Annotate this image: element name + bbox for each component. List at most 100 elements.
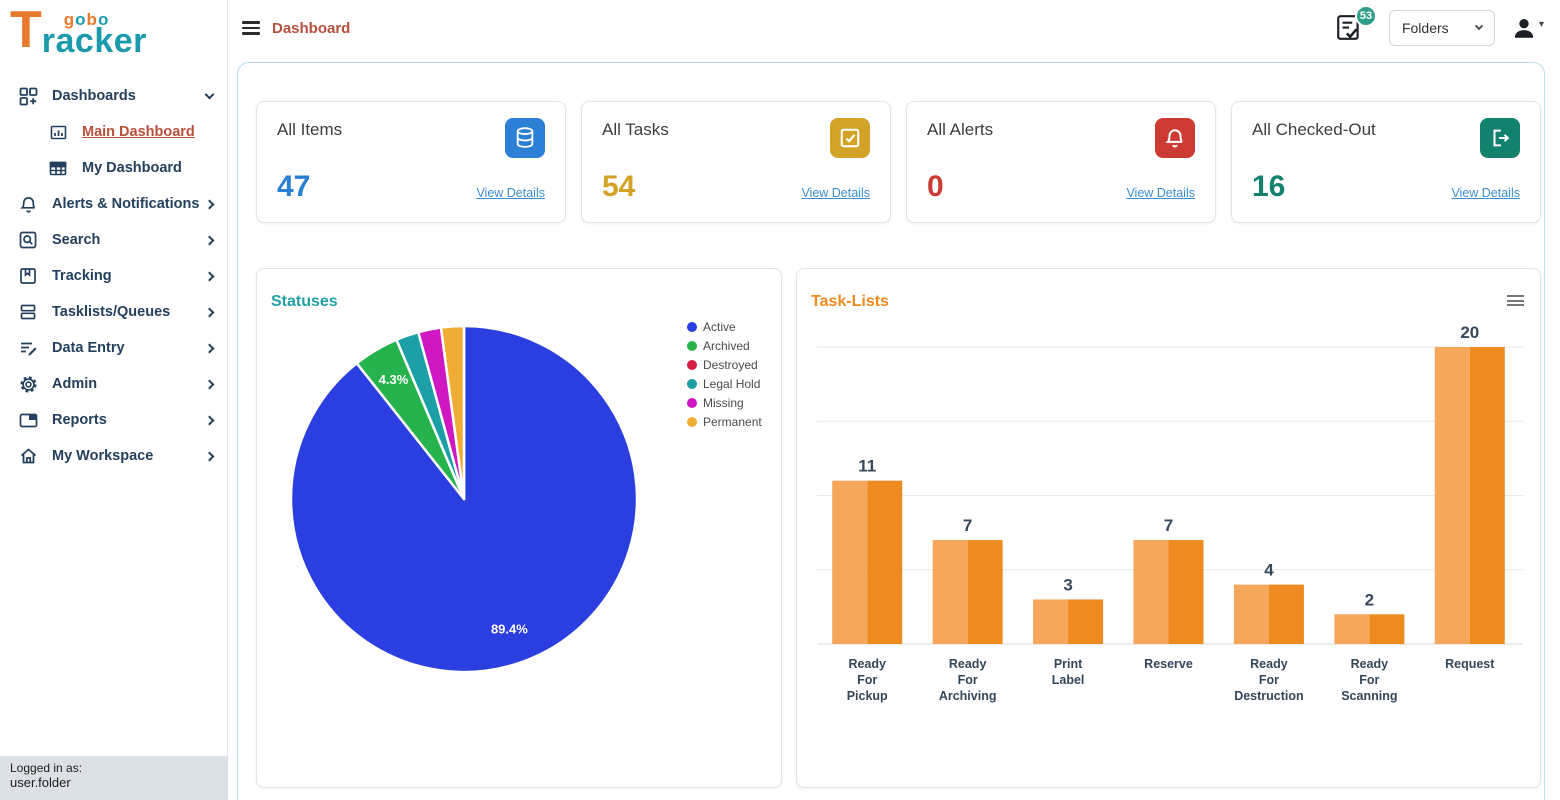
legend-label: Active [703, 320, 736, 334]
stacked-queues-icon [18, 302, 38, 322]
sidebar-item-label: Admin [52, 376, 206, 392]
svg-text:PrintLabel: PrintLabel [1052, 657, 1085, 687]
sidebar-item-label: Data Entry [52, 340, 206, 356]
chevron-right-icon [205, 379, 215, 389]
sidebar-item-tracking[interactable]: Tracking [0, 258, 227, 294]
svg-text:7: 7 [1164, 516, 1173, 535]
svg-text:3: 3 [1063, 575, 1072, 594]
table-icon [48, 158, 68, 178]
sidebar-item-my-workspace[interactable]: My Workspace [0, 438, 227, 474]
search-icon [18, 230, 38, 250]
notification-count-badge: 53 [1355, 5, 1377, 27]
svg-text:ReadyForDestruction: ReadyForDestruction [1234, 657, 1303, 703]
svg-text:20: 20 [1460, 323, 1479, 342]
folders-dropdown-label: Folders [1402, 20, 1449, 36]
database-icon [505, 118, 545, 158]
tasklists-chart-title: Task-Lists [811, 293, 889, 311]
chevron-right-icon [205, 235, 215, 245]
legend-item[interactable]: Archived [687, 336, 762, 355]
svg-text:Reserve: Reserve [1144, 657, 1193, 671]
sidebar-item-label: Main Dashboard [82, 124, 213, 140]
bell-icon [18, 194, 38, 214]
tasklist-notifications-button[interactable]: 53 [1335, 11, 1365, 45]
logo-racker: racker [42, 27, 147, 55]
legend-dot [687, 322, 697, 332]
legend-item[interactable]: Missing [687, 393, 762, 412]
folders-dropdown[interactable]: Folders [1389, 10, 1495, 46]
dashboards-icon [18, 86, 38, 106]
sidebar-item-label: Tracking [52, 268, 206, 284]
legend-item[interactable]: Legal Hold [687, 374, 762, 393]
sidebar-item-label: Tasklists/Queues [52, 304, 206, 320]
app-root: T gobo racker Dashboards [0, 0, 1560, 800]
menu-icon[interactable] [242, 21, 260, 35]
home-icon [18, 446, 38, 466]
statuses-pie-chart: 89.4% 4.3% [264, 279, 684, 729]
chevron-right-icon [205, 343, 215, 353]
legend-dot [687, 379, 697, 389]
view-details-link[interactable]: View Details [801, 186, 870, 200]
tasklists-chart-card: Task-Lists 11ReadyForPickup7ReadyForArch… [796, 268, 1541, 788]
svg-text:4.3%: 4.3% [379, 372, 409, 387]
sidebar-item-main-dashboard[interactable]: Main Dashboard [0, 114, 227, 150]
svg-text:ReadyForScanning: ReadyForScanning [1341, 657, 1397, 703]
sidebar-item-alerts-notifications[interactable]: Alerts & Notifications [0, 186, 227, 222]
card-value: 0 [927, 170, 944, 204]
user-menu-button[interactable]: ▾ [1511, 15, 1544, 41]
legend-dot [687, 341, 697, 351]
svg-text:Request: Request [1445, 657, 1495, 671]
legend-item[interactable]: Destroyed [687, 355, 762, 374]
sidebar-item-search[interactable]: Search [0, 222, 227, 258]
tracking-icon [18, 266, 38, 286]
sidebar-item-label: Dashboards [52, 88, 206, 104]
sidebar-item-dashboards[interactable]: Dashboards [0, 78, 227, 114]
caret-down-icon: ▾ [1539, 19, 1544, 30]
legend-label: Missing [703, 396, 744, 410]
tasklists-bar-chart: 11ReadyForPickup7ReadyForArchiving3Print… [811, 319, 1526, 774]
chevron-right-icon [205, 415, 215, 425]
view-details-link[interactable]: View Details [1451, 186, 1520, 200]
chevron-right-icon [205, 451, 215, 461]
view-details-link[interactable]: View Details [476, 186, 545, 200]
chevron-right-icon [205, 307, 215, 317]
card-value: 47 [277, 170, 310, 204]
logo-t: T [10, 6, 42, 54]
sidebar-item-admin[interactable]: Admin [0, 366, 227, 402]
user-icon [1511, 15, 1537, 41]
legend-label: Legal Hold [703, 377, 760, 391]
bell-icon [1155, 118, 1195, 158]
chevron-right-icon [205, 199, 215, 209]
chevron-right-icon [205, 271, 215, 281]
svg-text:7: 7 [963, 516, 972, 535]
sidebar-item-my-dashboard[interactable]: My Dashboard [0, 150, 227, 186]
statuses-chart-card: Statuses 89.4%4.3% ActiveArchivedDestroy… [256, 268, 782, 788]
legend-label: Permanent [703, 415, 762, 429]
chart-panel-icon [48, 122, 68, 142]
sidebar: T gobo racker Dashboards [0, 0, 228, 800]
legend-dot [687, 417, 697, 427]
data-entry-icon [18, 338, 38, 358]
folder-icon [18, 410, 38, 430]
chart-context-menu-icon[interactable] [1507, 295, 1524, 307]
legend-item[interactable]: Active [687, 317, 762, 336]
svg-text:89.4%: 89.4% [491, 622, 528, 637]
sidebar-item-tasklists-queues[interactable]: Tasklists/Queues [0, 294, 227, 330]
gear-icon [18, 374, 38, 394]
svg-text:ReadyForPickup: ReadyForPickup [847, 657, 888, 703]
app-logo[interactable]: T gobo racker [0, 0, 227, 64]
logged-in-footer: Logged in as: user.folder [0, 756, 228, 800]
all-tasks-card: All Tasks 54 View Details [581, 101, 891, 223]
card-value: 16 [1252, 170, 1285, 204]
svg-text:ReadyForArchiving: ReadyForArchiving [939, 657, 997, 703]
view-details-link[interactable]: View Details [1126, 186, 1195, 200]
card-value: 54 [602, 170, 635, 204]
legend-dot [687, 398, 697, 408]
pie-legend: Active ArchivedDestroyed Legal Hold Missing… [687, 317, 762, 431]
sidebar-item-reports[interactable]: Reports [0, 402, 227, 438]
sidebar-item-label: Reports [52, 412, 206, 428]
main-panel: All Items 47 View Details All Tasks 54 V [237, 62, 1545, 800]
sidebar-item-label: Search [52, 232, 206, 248]
svg-text:2: 2 [1365, 590, 1374, 609]
sidebar-item-data-entry[interactable]: Data Entry [0, 330, 227, 366]
legend-item[interactable]: Permanent [687, 412, 762, 431]
